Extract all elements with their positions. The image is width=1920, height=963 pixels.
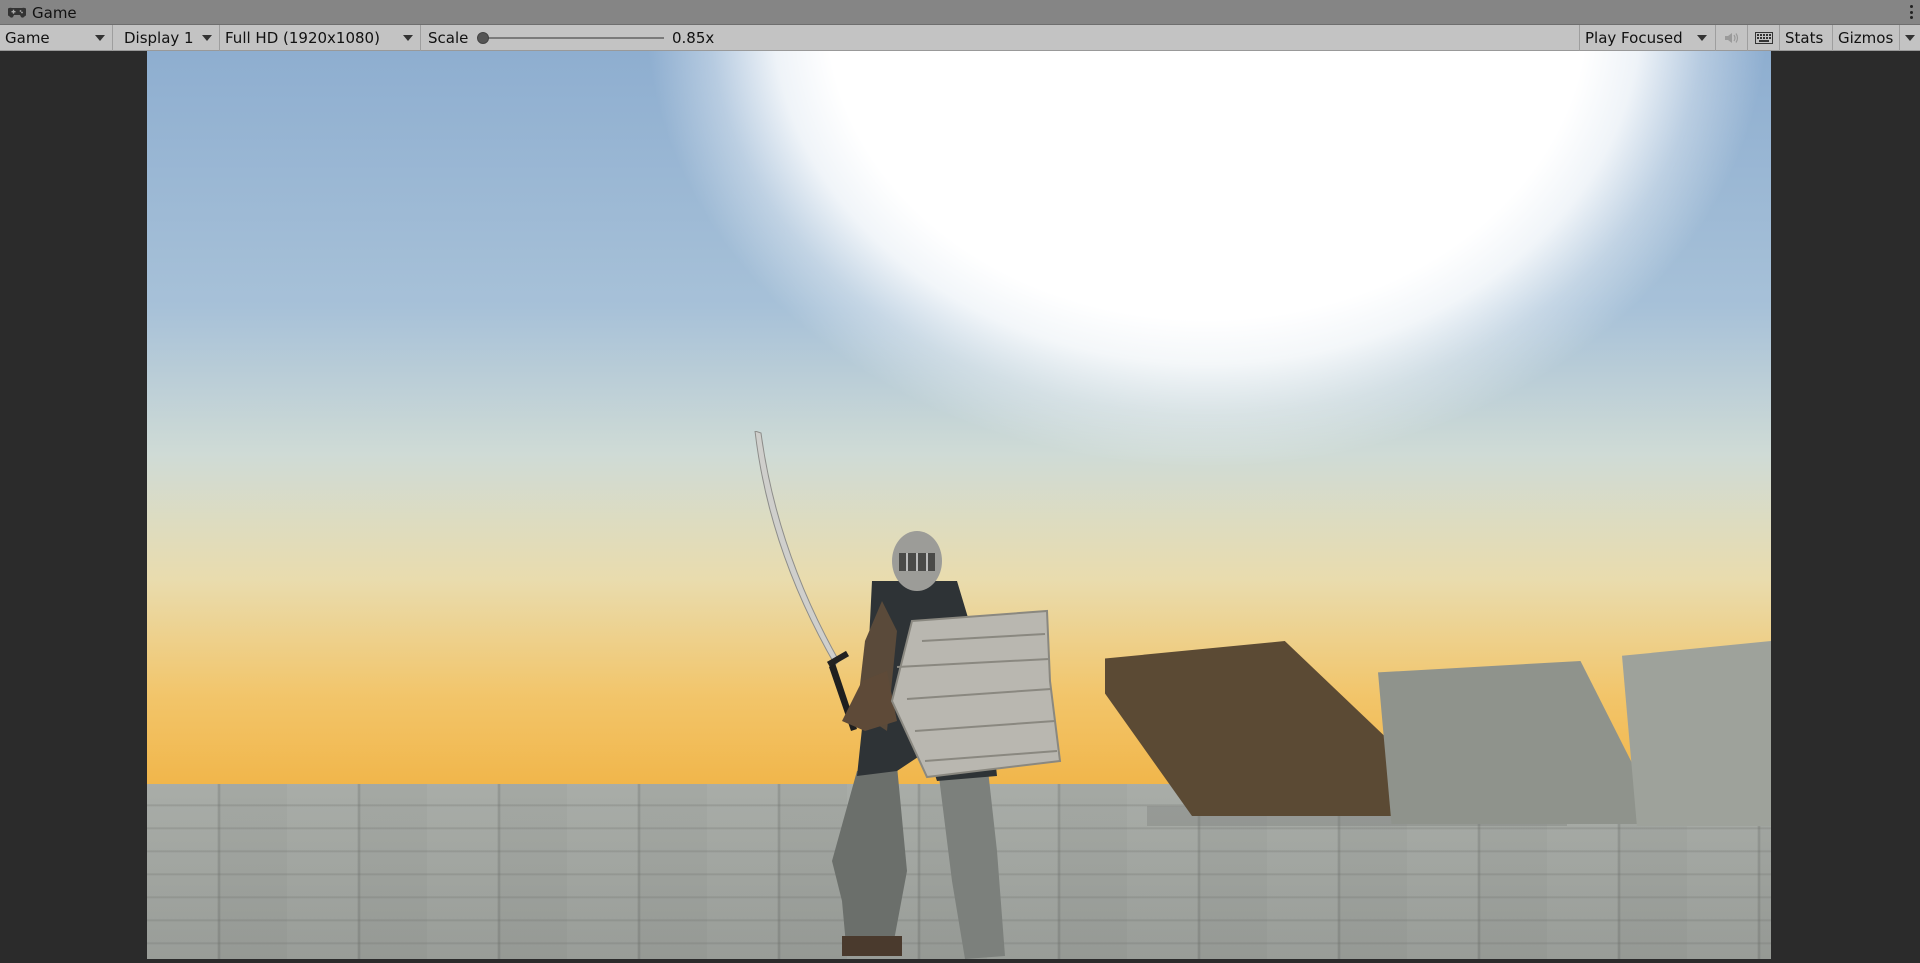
display-label: Display 1	[124, 29, 194, 47]
chevron-down-icon	[95, 35, 105, 41]
gizmos-button[interactable]: Gizmos	[1832, 25, 1899, 51]
view-mode-label: Game	[5, 29, 50, 47]
game-viewport[interactable]	[147, 51, 1771, 959]
play-mode-dropdown[interactable]: Play Focused	[1579, 25, 1715, 51]
resolution-label: Full HD (1920x1080)	[225, 29, 380, 47]
scale-slider-track[interactable]	[482, 37, 664, 39]
scale-label: Scale	[428, 29, 469, 47]
resolution-dropdown[interactable]: Full HD (1920x1080)	[220, 25, 421, 51]
more-options-icon[interactable]	[1908, 3, 1914, 21]
keyboard-shortcuts-button[interactable]	[1747, 25, 1779, 51]
game-window: Game Game Display 1 Full HD (1920x1080) …	[0, 0, 1920, 963]
gizmos-dropdown[interactable]	[1899, 25, 1920, 51]
mute-audio-button[interactable]	[1715, 25, 1747, 51]
view-mode-dropdown[interactable]: Game	[0, 25, 113, 51]
gizmos-label: Gizmos	[1838, 29, 1894, 47]
tab-game[interactable]: Game	[0, 0, 85, 25]
game-toolbar: Game Display 1 Full HD (1920x1080) Scale…	[0, 25, 1920, 51]
chevron-down-icon	[1697, 35, 1707, 41]
tab-bar: Game	[0, 0, 1920, 25]
grey-block-far	[1622, 641, 1771, 826]
chevron-down-icon	[202, 35, 212, 41]
scale-slider-thumb[interactable]	[477, 32, 489, 44]
display-dropdown[interactable]: Display 1	[119, 25, 220, 51]
chevron-down-icon	[403, 35, 413, 41]
stats-label: Stats	[1785, 29, 1824, 47]
speaker-icon	[1724, 33, 1738, 43]
tab-label: Game	[32, 3, 77, 22]
gamepad-icon	[8, 7, 26, 18]
stats-button[interactable]: Stats	[1779, 25, 1832, 51]
play-mode-label: Play Focused	[1585, 29, 1683, 47]
keyboard-icon	[1754, 32, 1773, 44]
chevron-down-icon	[1905, 35, 1915, 41]
knight-character	[754, 431, 1062, 959]
scale-value: 0.85x	[672, 29, 715, 47]
